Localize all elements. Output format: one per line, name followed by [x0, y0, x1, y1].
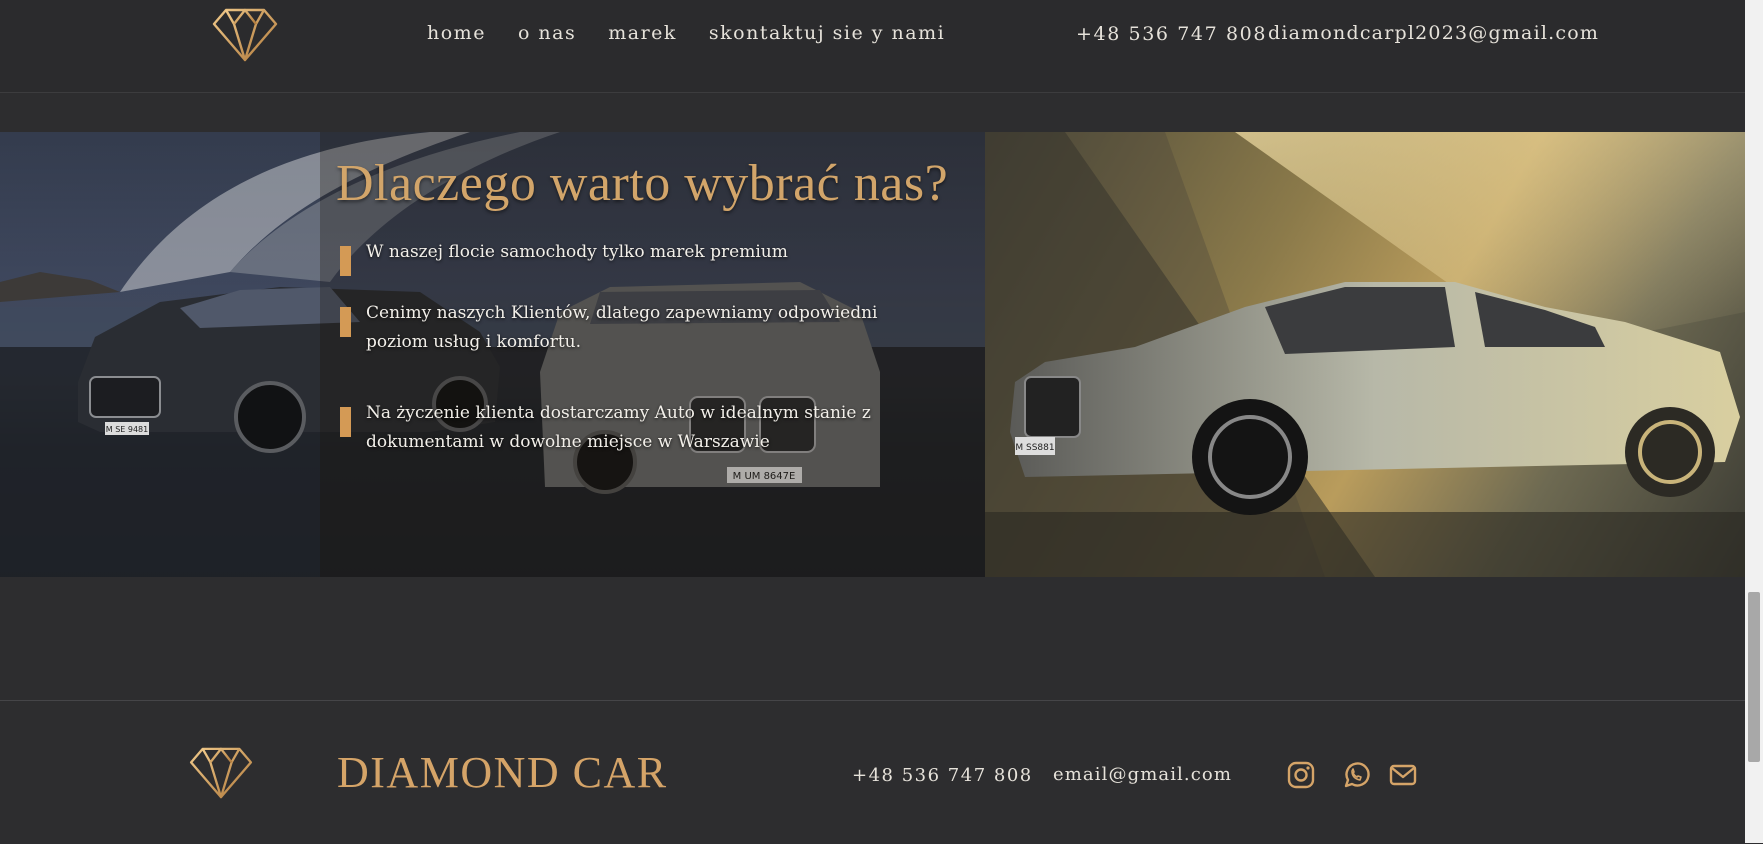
why-us-section: M SE 9481 M UM 8647E Dlaczego warto wybr… [0, 132, 1745, 577]
right-plate-text: M SS881 [1015, 443, 1054, 453]
left-plate-text: M SE 9481 [106, 425, 148, 434]
diamond-logo-icon[interactable] [212, 6, 278, 62]
reason-text: Cenimy naszych Klientów, dlatego zapewni… [366, 303, 878, 352]
nav-marek[interactable]: marek [608, 22, 677, 44]
instagram-icon[interactable] [1286, 760, 1316, 790]
sedan-illustration: M SS881 [985, 132, 1745, 577]
cars-background-image: M SE 9481 M UM 8647E Dlaczego warto wybr… [0, 132, 985, 577]
nav-contact[interactable]: skontaktuj sie y nami [709, 22, 945, 44]
footer-email[interactable]: email@gmail.com [1053, 764, 1232, 785]
top-navbar: home o nas marek skontaktuj sie y nami +… [0, 0, 1745, 93]
gold-bullet-bar [340, 246, 351, 276]
gold-bullet-bar [340, 307, 351, 337]
mail-icon[interactable] [1388, 760, 1418, 790]
gold-bullet-bar [340, 407, 351, 437]
nav-home[interactable]: home [427, 22, 486, 44]
site-footer: DIAMOND CAR +48 536 747 808 email@gmail.… [0, 700, 1745, 844]
brand-name: DIAMOND CAR [337, 748, 668, 797]
section-title: Dlaczego warto wybrać nas? [336, 155, 949, 212]
reason-item: W naszej flocie samochody tylko marek pr… [340, 238, 900, 276]
nav-o-nas[interactable]: o nas [518, 22, 576, 44]
reason-item: Na życzenie klienta dostarczamy Auto w i… [340, 399, 900, 457]
reason-text: Na życzenie klienta dostarczamy Auto w i… [366, 403, 871, 452]
main-nav: home o nas marek skontaktuj sie y nami [427, 22, 945, 44]
diamond-logo-icon[interactable] [189, 745, 253, 799]
reason-item: Cenimy naszych Klientów, dlatego zapewni… [340, 299, 900, 357]
header-email[interactable]: diamondcarpl2023@gmail.com [1268, 22, 1599, 44]
whatsapp-icon[interactable] [1341, 760, 1371, 790]
bmw-sedan-image: M SS881 [985, 132, 1745, 577]
footer-phone[interactable]: +48 536 747 808 [852, 765, 1033, 786]
header-phone[interactable]: +48 536 747 808 [1076, 23, 1267, 45]
scrollbar-thumb[interactable] [1748, 592, 1760, 762]
reason-text: W naszej flocie samochody tylko marek pr… [366, 242, 788, 262]
